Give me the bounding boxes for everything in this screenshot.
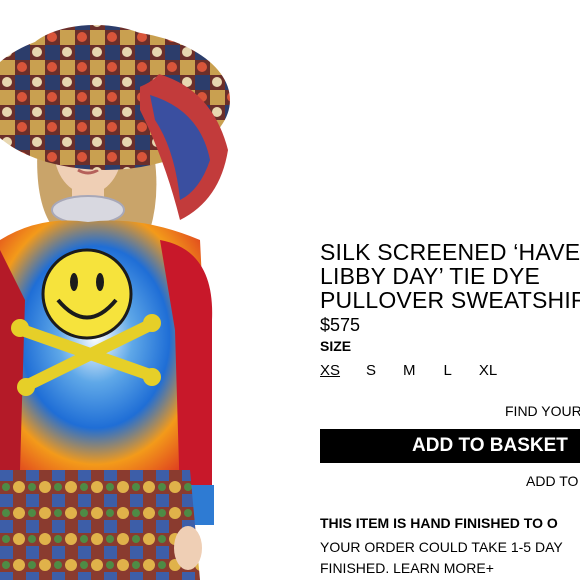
product-title-line-3: PULLOVER SWEATSHIR bbox=[320, 287, 580, 313]
find-your-size-link[interactable]: FIND YOUR bbox=[505, 403, 580, 419]
hand-finished-notice-body: YOUR ORDER COULD TAKE 1-5 DAY FINISHED. … bbox=[320, 537, 563, 579]
add-to-wishlist-link[interactable]: ADD TO bbox=[526, 473, 578, 489]
size-option-xs[interactable]: XS bbox=[320, 362, 340, 379]
model-image bbox=[0, 25, 230, 580]
size-option-s[interactable]: S bbox=[366, 362, 376, 379]
product-photo[interactable] bbox=[0, 0, 232, 580]
notice-line-1: YOUR ORDER COULD TAKE 1-5 DAY bbox=[320, 539, 563, 555]
product-title-line-2: LIBBY DAY’ TIE DYE bbox=[320, 263, 541, 289]
size-label: SIZE bbox=[320, 338, 352, 354]
product-info-panel: SILK SCREENED ‘HAVE LIBBY DAY’ TIE DYE P… bbox=[320, 0, 580, 580]
size-option-xl[interactable]: XL bbox=[479, 362, 497, 379]
product-price: $575 bbox=[320, 315, 361, 335]
hand-finished-notice-title: THIS ITEM IS HAND FINISHED TO O bbox=[320, 515, 558, 531]
product-title: SILK SCREENED ‘HAVE LIBBY DAY’ TIE DYE P… bbox=[320, 240, 580, 312]
size-option-m[interactable]: M bbox=[403, 362, 416, 379]
size-selector: XS S M L XL bbox=[320, 362, 497, 379]
size-option-l[interactable]: L bbox=[444, 362, 452, 379]
learn-more-link[interactable]: FINISHED. LEARN MORE+ bbox=[320, 558, 563, 579]
add-to-basket-button[interactable]: ADD TO BASKET bbox=[320, 429, 580, 463]
product-title-line-1: SILK SCREENED ‘HAVE bbox=[320, 239, 580, 265]
